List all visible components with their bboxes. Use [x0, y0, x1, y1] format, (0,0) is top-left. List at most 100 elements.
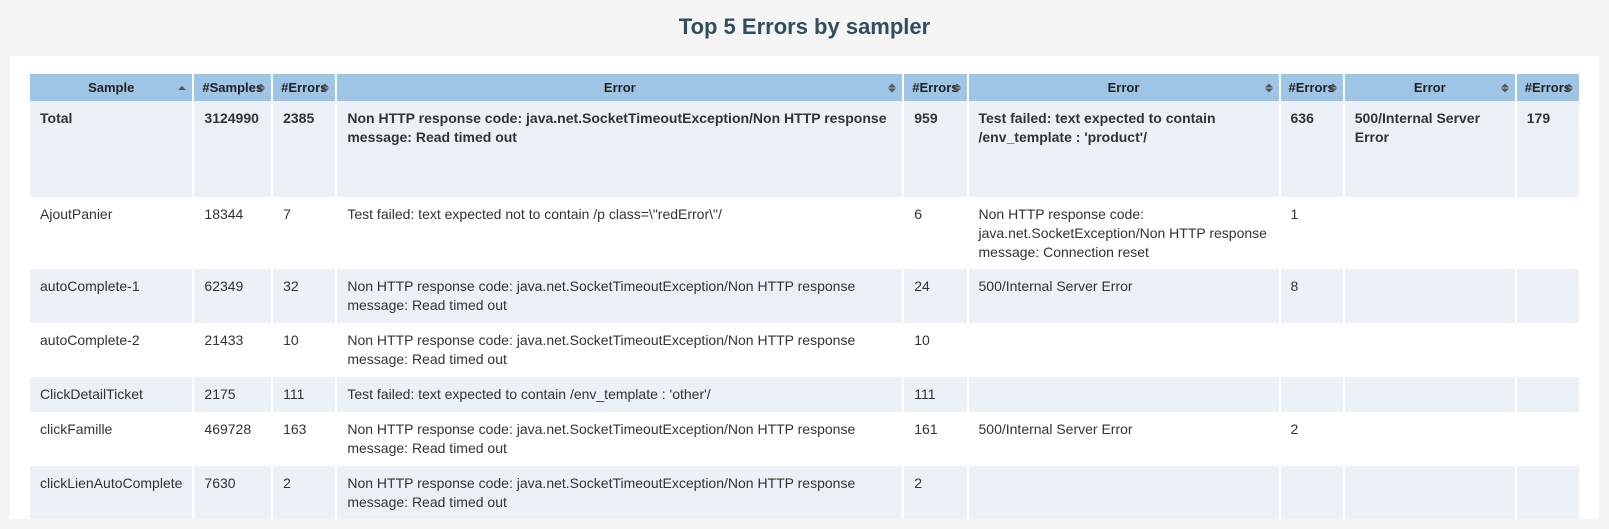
- sort-icon: [178, 86, 186, 90]
- cell-e2: 500/Internal Server Error: [969, 412, 1279, 466]
- table-row: AjoutPanier183447Test failed: text expec…: [30, 197, 1579, 270]
- col-header-error-3[interactable]: Error: [1345, 74, 1515, 101]
- table-row: clickFamille469728163Non HTTP response c…: [30, 412, 1579, 466]
- cell-c1: 10: [904, 323, 966, 377]
- cell-e3: [1345, 197, 1515, 270]
- cell-c3: [1517, 323, 1579, 377]
- errors-table: Sample #Samples #Errors Error: [28, 74, 1581, 519]
- cell-e3: [1345, 323, 1515, 377]
- sort-icon: [1501, 83, 1509, 92]
- cell-e1: Non HTTP response code: java.net.SocketT…: [337, 101, 902, 197]
- cell-e1: Non HTTP response code: java.net.SocketT…: [337, 269, 902, 323]
- cell-e2: [969, 466, 1279, 520]
- cell-c3: [1517, 269, 1579, 323]
- cell-sample: clickLienAutoComplete: [30, 466, 192, 520]
- cell-samples: 21433: [194, 323, 271, 377]
- sort-icon: [1565, 83, 1573, 92]
- cell-sample: clickFamille: [30, 412, 192, 466]
- table-row: ClickDetailTicket2175111Test failed: tex…: [30, 377, 1579, 412]
- cell-e1: Non HTTP response code: java.net.SocketT…: [337, 323, 902, 377]
- cell-sample: autoComplete-2: [30, 323, 192, 377]
- cell-errors: 2: [273, 466, 335, 520]
- col-header-errcount-1[interactable]: #Errors: [904, 74, 966, 101]
- cell-e2: [969, 323, 1279, 377]
- col-header-sample[interactable]: Sample: [30, 74, 192, 101]
- col-header-error-2[interactable]: Error: [969, 74, 1279, 101]
- table-row: Total31249902385Non HTTP response code: …: [30, 101, 1579, 197]
- cell-errors: 111: [273, 377, 335, 412]
- col-header-label: Error: [1108, 80, 1140, 95]
- cell-c1: 6: [904, 197, 966, 270]
- col-header-label: #Samples: [202, 80, 263, 95]
- cell-e3: [1345, 377, 1515, 412]
- cell-c2: 2: [1281, 412, 1343, 466]
- col-header-errcount-3[interactable]: #Errors: [1517, 74, 1579, 101]
- sort-icon: [888, 83, 896, 92]
- sort-icon: [1265, 83, 1273, 92]
- cell-errors: 163: [273, 412, 335, 466]
- cell-errors: 32: [273, 269, 335, 323]
- cell-c1: 161: [904, 412, 966, 466]
- cell-c2: 1: [1281, 197, 1343, 270]
- sort-icon: [953, 83, 961, 92]
- title-area: Top 5 Errors by sampler: [10, 0, 1599, 56]
- table-row: autoComplete-16234932Non HTTP response c…: [30, 269, 1579, 323]
- cell-e3: [1345, 412, 1515, 466]
- col-header-label: Error: [1414, 80, 1446, 95]
- cell-c1: 2: [904, 466, 966, 520]
- cell-c1: 959: [904, 101, 966, 197]
- cell-c3: [1517, 377, 1579, 412]
- sort-icon: [257, 83, 265, 92]
- cell-c3: 179: [1517, 101, 1579, 197]
- sort-icon: [1329, 83, 1337, 92]
- report-container: Top 5 Errors by sampler Sample #Samples …: [0, 0, 1609, 529]
- cell-e1: Test failed: text expected to contain /e…: [337, 377, 902, 412]
- cell-e1: Non HTTP response code: java.net.SocketT…: [337, 412, 902, 466]
- cell-e2: 500/Internal Server Error: [969, 269, 1279, 323]
- cell-e2: Non HTTP response code: java.net.SocketE…: [969, 197, 1279, 270]
- cell-samples: 62349: [194, 269, 271, 323]
- cell-c2: [1281, 377, 1343, 412]
- cell-e1: Test failed: text expected not to contai…: [337, 197, 902, 270]
- cell-c3: [1517, 466, 1579, 520]
- cell-errors: 2385: [273, 101, 335, 197]
- cell-c3: [1517, 412, 1579, 466]
- col-header-error-1[interactable]: Error: [337, 74, 902, 101]
- cell-sample: AjoutPanier: [30, 197, 192, 270]
- cell-c2: [1281, 323, 1343, 377]
- cell-e3: 500/Internal Server Error: [1345, 101, 1515, 197]
- cell-c2: 636: [1281, 101, 1343, 197]
- cell-c3: [1517, 197, 1579, 270]
- cell-c2: [1281, 466, 1343, 520]
- table-header-row: Sample #Samples #Errors Error: [30, 74, 1579, 101]
- cell-c1: 111: [904, 377, 966, 412]
- cell-sample: ClickDetailTicket: [30, 377, 192, 412]
- col-header-errcount-2[interactable]: #Errors: [1281, 74, 1343, 101]
- col-header-errors[interactable]: #Errors: [273, 74, 335, 101]
- col-header-label: Error: [604, 80, 636, 95]
- sort-icon: [321, 83, 329, 92]
- cell-e2: [969, 377, 1279, 412]
- cell-e1: Non HTTP response code: java.net.SocketT…: [337, 466, 902, 520]
- table-row: clickLienAutoComplete76302Non HTTP respo…: [30, 466, 1579, 520]
- cell-c2: 8: [1281, 269, 1343, 323]
- cell-errors: 7: [273, 197, 335, 270]
- cell-e2: Test failed: text expected to contain /e…: [969, 101, 1279, 197]
- col-header-samples[interactable]: #Samples: [194, 74, 271, 101]
- cell-samples: 2175: [194, 377, 271, 412]
- cell-samples: 469728: [194, 412, 271, 466]
- col-header-label: Sample: [88, 80, 134, 95]
- cell-sample: Total: [30, 101, 192, 197]
- cell-samples: 18344: [194, 197, 271, 270]
- cell-sample: autoComplete-1: [30, 269, 192, 323]
- cell-errors: 10: [273, 323, 335, 377]
- report-title: Top 5 Errors by sampler: [10, 14, 1599, 40]
- cell-c1: 24: [904, 269, 966, 323]
- table-row: autoComplete-22143310Non HTTP response c…: [30, 323, 1579, 377]
- cell-samples: 3124990: [194, 101, 271, 197]
- cell-samples: 7630: [194, 466, 271, 520]
- cell-e3: [1345, 269, 1515, 323]
- table-body: Total31249902385Non HTTP response code: …: [30, 101, 1579, 519]
- table-panel: Sample #Samples #Errors Error: [10, 56, 1599, 519]
- cell-e3: [1345, 466, 1515, 520]
